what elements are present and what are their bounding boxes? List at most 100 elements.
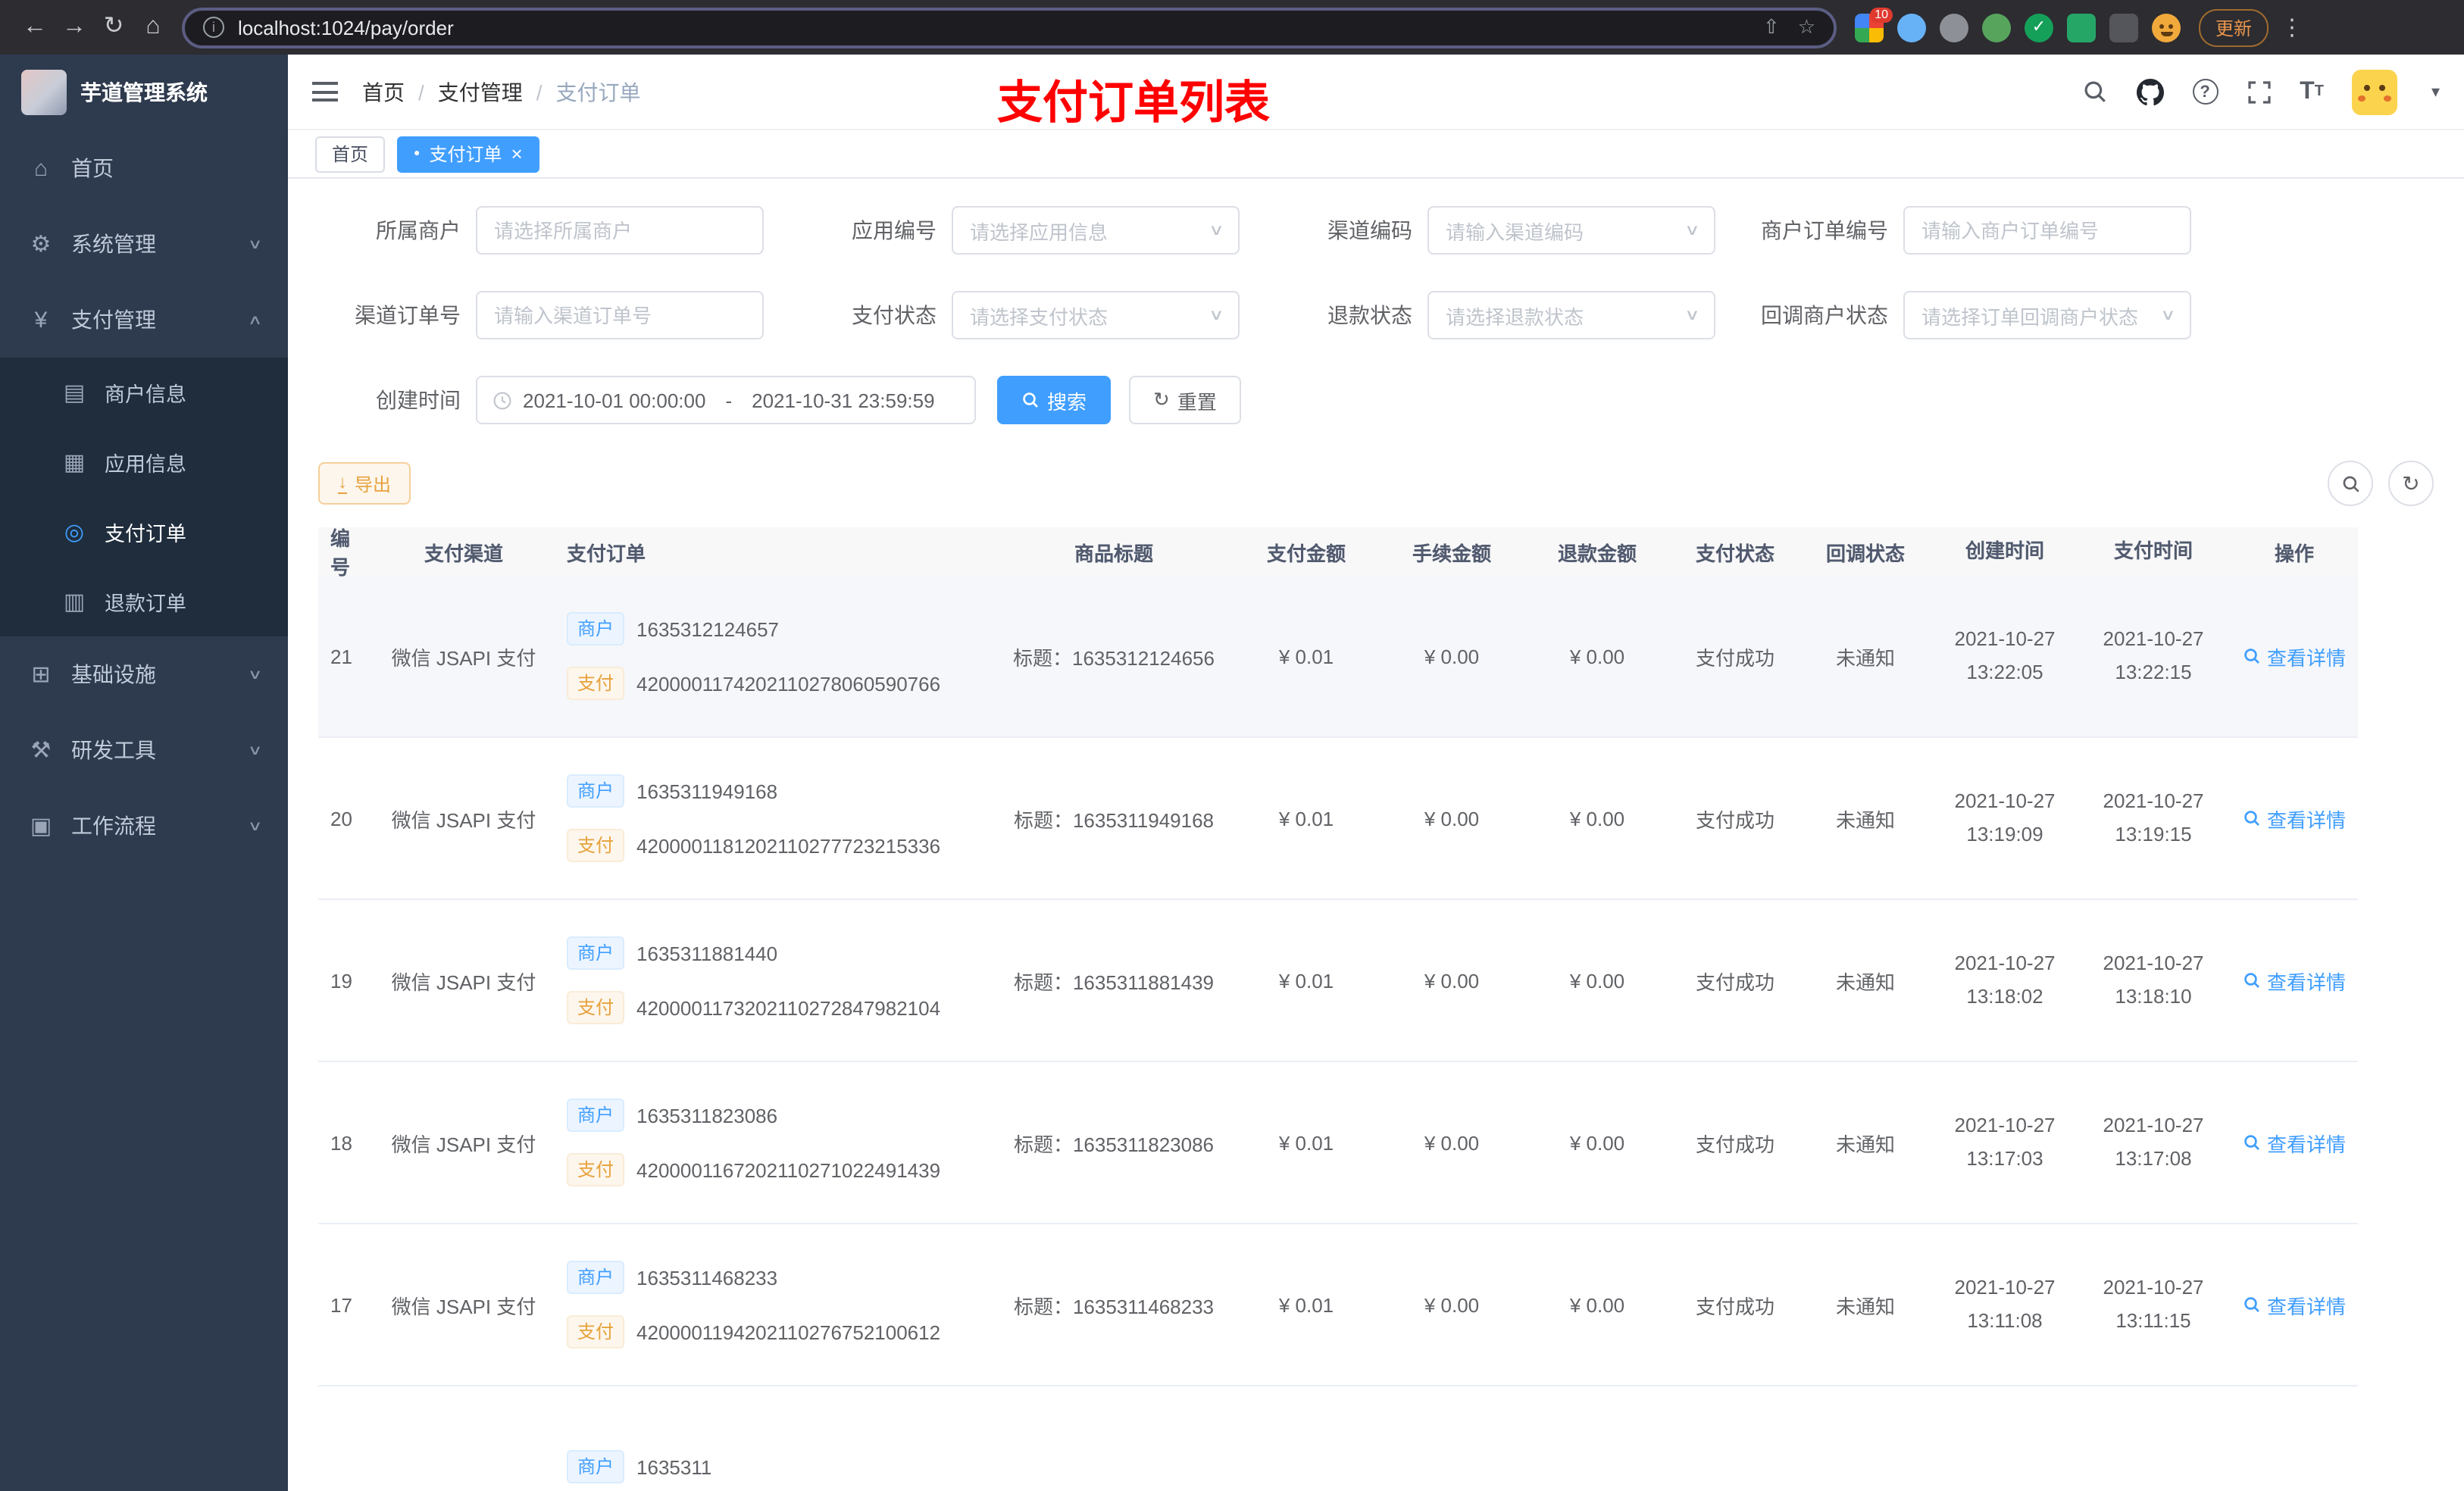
merchant-order-no: 1635311949168 bbox=[636, 780, 778, 802]
table-row-partial[interactable]: 商户 1635311 bbox=[318, 1386, 2358, 1491]
sidebar-item-merchant-info[interactable]: ▤ 商户信息 bbox=[0, 358, 288, 427]
app-title: 芋道管理系统 bbox=[80, 80, 208, 105]
extension-gray-icon[interactable] bbox=[1940, 13, 1968, 42]
document-icon: ▥ bbox=[63, 589, 86, 615]
search-icon[interactable] bbox=[2081, 79, 2107, 105]
extensions-puzzle-icon[interactable] bbox=[2109, 13, 2138, 42]
view-detail-link[interactable]: 查看详情 bbox=[2243, 804, 2346, 833]
merchant-tag: 商户 bbox=[567, 1261, 625, 1294]
search-icon bbox=[2244, 1297, 2259, 1312]
tab-close-icon[interactable]: × bbox=[511, 144, 523, 164]
breadcrumb-pay-manage[interactable]: 支付管理 bbox=[438, 77, 523, 107]
url-text[interactable]: localhost:1024/pay/order bbox=[238, 16, 1745, 39]
back-icon[interactable]: ← bbox=[15, 8, 55, 47]
font-size-icon[interactable]: TT bbox=[2300, 78, 2324, 105]
browser-profile-avatar[interactable] bbox=[2152, 13, 2181, 42]
search-icon bbox=[2244, 1135, 2259, 1150]
browser-menu-icon[interactable]: ⋮ bbox=[2281, 14, 2303, 41]
create-time-range-input[interactable]: 2021-10-01 00:00:00 - 2021-10-31 23:59:5… bbox=[476, 376, 976, 424]
notify-status-select[interactable]: 请选择订单回调商户状态 ∨ bbox=[1903, 291, 2191, 339]
address-bar[interactable]: i localhost:1024/pay/order ⇧ ☆ bbox=[182, 7, 1837, 48]
briefcase-icon: ▣ bbox=[30, 814, 52, 839]
filter-label-merchant: 所属商户 bbox=[376, 218, 461, 242]
chevron-down-icon: ∨ bbox=[1208, 222, 1224, 239]
channel-code-select[interactable]: 请输入渠道编码 ∨ bbox=[1427, 206, 1715, 255]
sidebar-item-label: 首页 bbox=[71, 156, 114, 180]
table-row[interactable]: 21 微信 JSAPI 支付 商户 1635312124657 支付 4200001… bbox=[318, 576, 2358, 738]
sidebar-item-pay-order[interactable]: ◎ 支付订单 bbox=[0, 497, 288, 567]
refund-status-select[interactable]: 请选择退款状态 ∨ bbox=[1427, 291, 1715, 339]
tab-pay-order[interactable]: ● 支付订单 × bbox=[397, 136, 539, 172]
refresh-icon: ↻ bbox=[2402, 470, 2420, 495]
reload-icon[interactable]: ↻ bbox=[94, 8, 133, 47]
site-info-icon[interactable]: i bbox=[203, 17, 224, 38]
filter-label-notify-status: 回调商户状态 bbox=[1761, 303, 1888, 327]
merchant-tag: 商户 bbox=[567, 774, 625, 808]
table-row[interactable]: 17 微信 JSAPI 支付 商户 1635311468233 支付 4200001… bbox=[318, 1224, 2358, 1386]
table-row[interactable]: 20 微信 JSAPI 支付 商户 1635311949168 支付 4200001… bbox=[318, 738, 2358, 900]
extension-chat-icon[interactable] bbox=[2067, 13, 2096, 42]
search-icon bbox=[1023, 392, 1038, 408]
home-icon[interactable]: ⌂ bbox=[133, 8, 173, 47]
search-button[interactable]: 搜索 bbox=[997, 376, 1112, 424]
card-icon: ▤ bbox=[63, 380, 86, 406]
table-row[interactable]: 18 微信 JSAPI 支付 商户 1635311823086 支付 4200001… bbox=[318, 1062, 2358, 1224]
sidebar-item-app-info[interactable]: ▦ 应用信息 bbox=[0, 427, 288, 497]
filter-label-channel-code: 渠道编码 bbox=[1327, 218, 1412, 242]
sidebar-item-workflow[interactable]: ▣ 工作流程 ∨ bbox=[0, 788, 288, 864]
pay-tag: 支付 bbox=[567, 1315, 625, 1349]
github-icon[interactable] bbox=[2136, 78, 2164, 105]
view-detail-link[interactable]: 查看详情 bbox=[2243, 1128, 2346, 1157]
date-end[interactable]: 2021-10-31 23:59:59 bbox=[752, 389, 934, 411]
bookmark-star-icon[interactable]: ☆ bbox=[1798, 15, 1815, 39]
extension-blue-icon[interactable] bbox=[1897, 13, 1926, 42]
active-dot-icon: ● bbox=[414, 148, 421, 159]
view-detail-link[interactable]: 查看详情 bbox=[2243, 1290, 2346, 1319]
pay-status-select[interactable]: 请选择支付状态 ∨ bbox=[952, 291, 1240, 339]
sidebar-toggle-icon[interactable] bbox=[312, 82, 338, 102]
merchant-order-no-input[interactable] bbox=[1903, 206, 2191, 255]
sidebar-item-devtools[interactable]: ⚒ 研发工具 ∨ bbox=[0, 712, 288, 788]
fullscreen-icon[interactable] bbox=[2247, 80, 2271, 104]
notify-status: 未通知 bbox=[1835, 1133, 1895, 1155]
merchant-input[interactable] bbox=[476, 206, 764, 255]
extension-badge: 10 bbox=[1870, 7, 1893, 22]
sidebar-item-payment[interactable]: ¥ 支付管理 ∧ bbox=[0, 282, 288, 358]
channel-order-no-input[interactable] bbox=[476, 291, 764, 339]
export-button[interactable]: ↓ 导出 bbox=[318, 462, 411, 505]
chevron-down-icon: ∨ bbox=[1208, 307, 1224, 324]
extension-check-icon[interactable]: ✓ bbox=[2025, 13, 2053, 42]
help-icon[interactable]: ? bbox=[2192, 79, 2219, 105]
pay-status: 支付成功 bbox=[1695, 971, 1775, 993]
merchant-order-no: 1635311 bbox=[636, 1455, 712, 1478]
reset-button[interactable]: ↻ 重置 bbox=[1129, 376, 1241, 424]
sidebar-item-system[interactable]: ⚙ 系统管理 ∨ bbox=[0, 206, 288, 282]
user-avatar[interactable] bbox=[2352, 69, 2398, 114]
logo[interactable]: 芋道管理系统 bbox=[0, 55, 288, 130]
extension-green-icon[interactable] bbox=[1982, 13, 2011, 42]
notify-status: 未通知 bbox=[1835, 646, 1895, 669]
table-row[interactable]: 19 微信 JSAPI 支付 商户 1635311881440 支付 4200001… bbox=[318, 900, 2358, 1062]
sidebar-item-infrastructure[interactable]: ⊞ 基础设施 ∨ bbox=[0, 636, 288, 712]
breadcrumb-home[interactable]: 首页 bbox=[362, 77, 405, 107]
forward-icon[interactable]: → bbox=[55, 8, 94, 47]
merchant-order-no: 1635312124657 bbox=[636, 617, 780, 640]
app-no-select[interactable]: 请选择应用信息 ∨ bbox=[952, 206, 1240, 255]
share-icon[interactable]: ⇧ bbox=[1763, 15, 1780, 39]
filter-label-channel-order-no: 渠道订单号 bbox=[355, 303, 461, 327]
merchant-tag: 商户 bbox=[567, 612, 625, 645]
browser-update-button[interactable]: 更新 bbox=[2199, 8, 2269, 46]
view-detail-link[interactable]: 查看详情 bbox=[2243, 966, 2346, 995]
extension-colorful-icon[interactable]: 10 bbox=[1855, 7, 1893, 42]
date-start[interactable]: 2021-10-01 00:00:00 bbox=[523, 389, 705, 411]
refresh-table-button[interactable]: ↻ bbox=[2388, 461, 2434, 506]
sidebar-item-home[interactable]: ⌂ 首页 bbox=[0, 130, 288, 206]
tab-home[interactable]: 首页 bbox=[315, 136, 386, 172]
toggle-search-button[interactable] bbox=[2328, 461, 2373, 506]
chevron-down-icon: ∨ bbox=[1684, 307, 1699, 324]
view-detail-link[interactable]: 查看详情 bbox=[2243, 642, 2346, 670]
pay-tag: 支付 bbox=[567, 829, 625, 862]
chevron-down-icon: ∨ bbox=[248, 742, 264, 757]
avatar-caret-icon[interactable]: ▾ bbox=[2431, 82, 2440, 102]
sidebar-item-refund-order[interactable]: ▥ 退款订单 bbox=[0, 567, 288, 636]
